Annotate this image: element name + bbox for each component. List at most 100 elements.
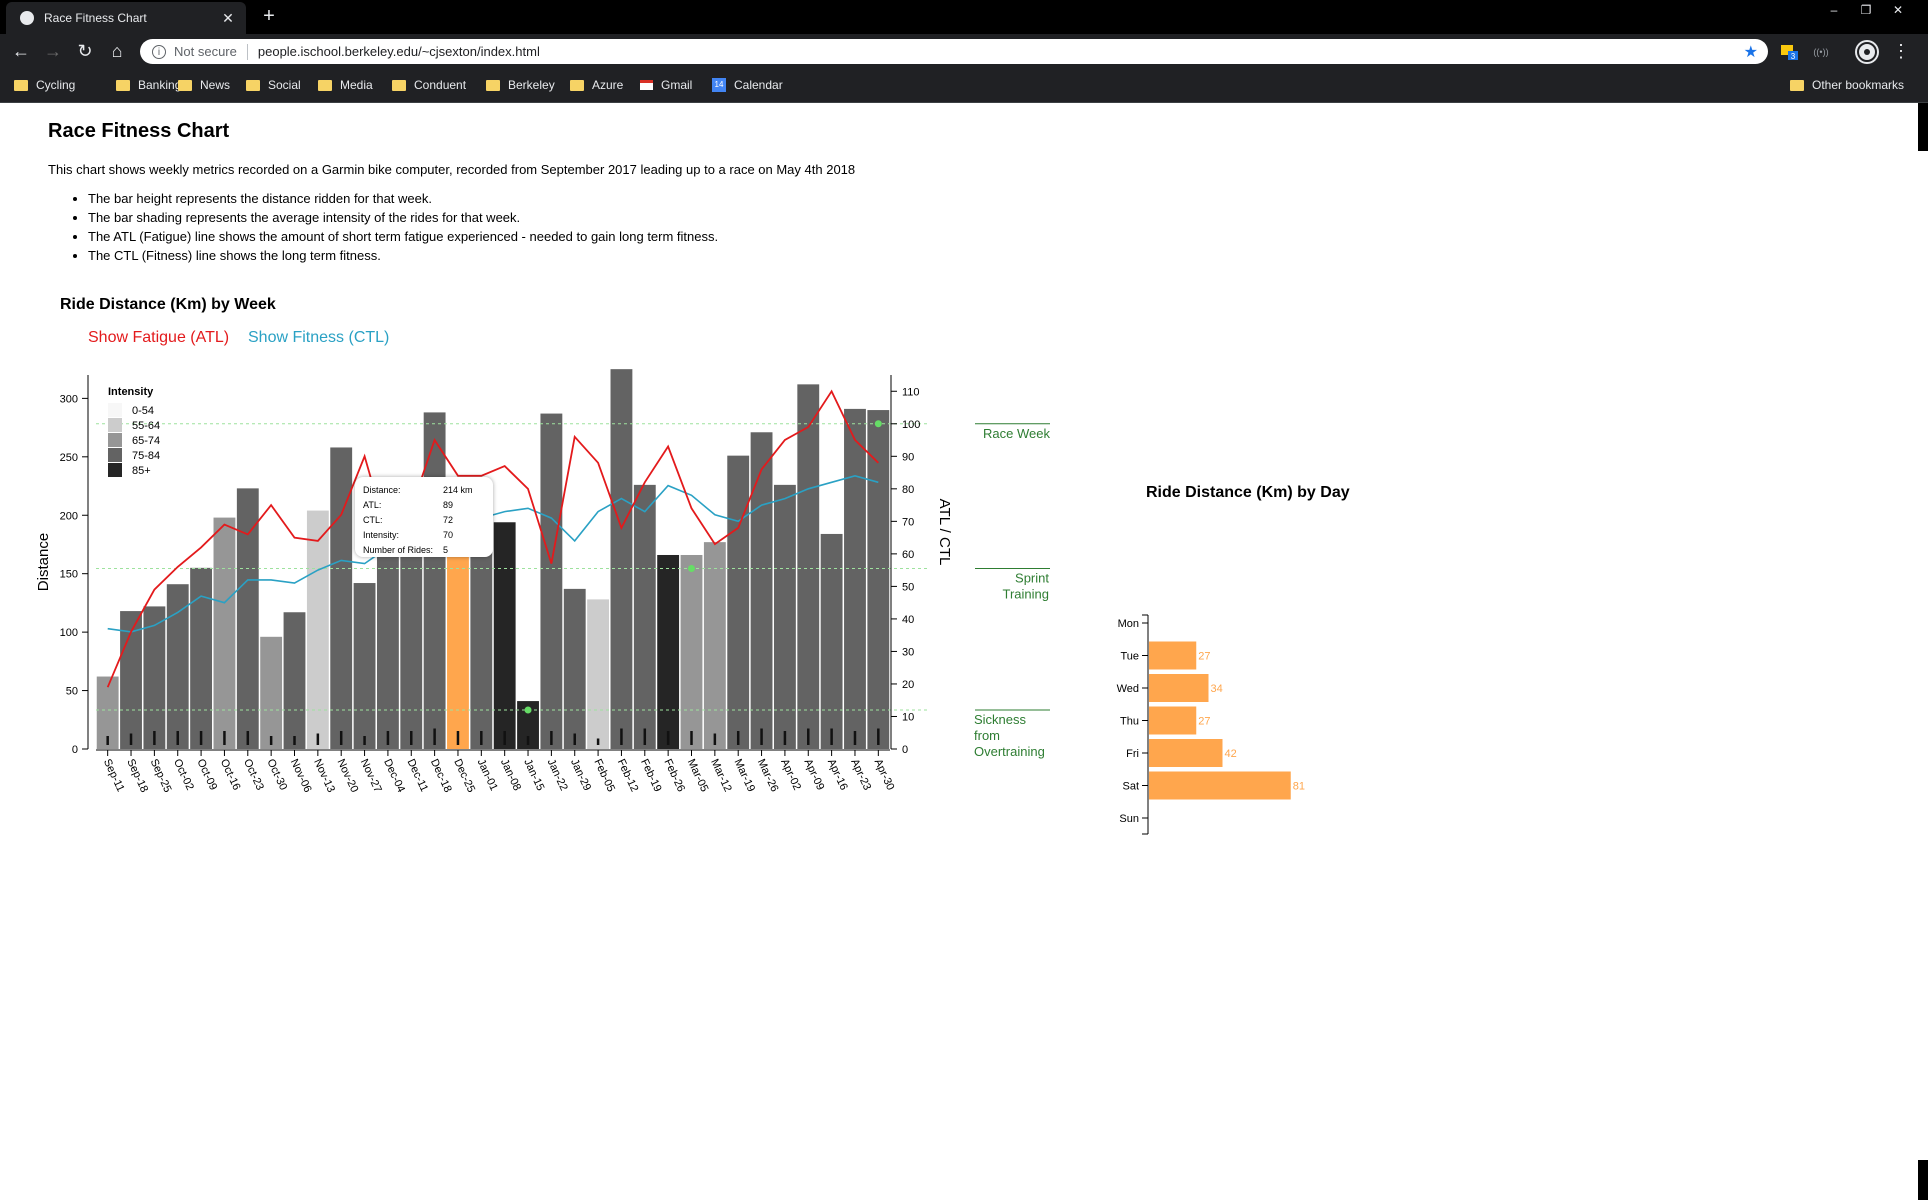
x-tick-label: Mar-19 [731, 757, 757, 794]
show-fatigue-toggle[interactable]: Show Fatigue (ATL) [88, 329, 229, 347]
cast-icon[interactable]: ((•)) [1812, 42, 1830, 60]
x-tick-label: Oct-16 [218, 757, 243, 792]
rides-tick [106, 736, 109, 745]
home-icon[interactable]: ⌂ [106, 40, 128, 62]
bookmark-folder[interactable]: Media [318, 76, 373, 94]
bookmark-folder[interactable]: Cycling [14, 76, 75, 94]
folder-icon [392, 79, 406, 91]
info-icon[interactable]: i [152, 44, 166, 59]
annotation-marker [874, 420, 882, 428]
y-tick-label: 0 [72, 744, 78, 756]
annotation-label: Overtraining [974, 744, 1045, 759]
bar-Feb-26 [657, 554, 680, 749]
bookmark-folder[interactable]: Berkeley [486, 76, 555, 94]
svg-text:((•)): ((•)) [1813, 47, 1828, 57]
address-bar[interactable]: i Not secure people.ischool.berkeley.edu… [140, 39, 1768, 64]
folder-icon [178, 79, 192, 91]
legend-label: 0-54 [132, 405, 154, 417]
bar-Oct-02 [166, 584, 189, 749]
page-scrollbar[interactable] [1918, 103, 1928, 1200]
forward-arrow-icon[interactable]: → [42, 40, 64, 62]
y2-tick-label: 80 [902, 484, 914, 496]
rides-tick [386, 731, 390, 745]
x-tick-label: Dec-25 [451, 757, 477, 794]
x-tick-label: Dec-18 [428, 757, 454, 794]
bookmark-folder[interactable]: Social [246, 76, 301, 94]
day-bar-Fri [1149, 739, 1223, 767]
x-tick-label: Nov-20 [334, 757, 360, 794]
show-fitness-toggle[interactable]: Show Fitness (CTL) [248, 329, 389, 347]
new-tab-button[interactable]: + [258, 6, 280, 28]
list-item: The ATL (Fatigue) line shows the amount … [88, 227, 718, 246]
tooltip-label: ATL: [363, 500, 382, 510]
bar-Oct-09 [190, 567, 213, 749]
bookmark-star-icon[interactable]: ★ [1744, 42, 1758, 62]
minimize-icon[interactable]: – [1820, 2, 1848, 18]
reload-icon[interactable]: ↻ [74, 40, 96, 62]
window-close-icon[interactable]: ✕ [1884, 2, 1912, 18]
bar-Feb-12 [610, 369, 633, 749]
x-tick-label: Apr-23 [848, 757, 873, 792]
omnibox-divider [246, 43, 248, 60]
rides-tick [760, 728, 763, 745]
bar-Jan-22 [540, 413, 563, 749]
y-tick-label: 150 [60, 569, 78, 581]
rides-tick [853, 731, 857, 745]
rides-tick [526, 736, 530, 745]
y2-axis-label: ATL / CTL [936, 499, 953, 566]
rides-tick [339, 731, 343, 745]
menu-kebab-icon[interactable]: ⋮ [1890, 40, 1912, 62]
legend-swatch [108, 403, 122, 417]
rides-tick [503, 731, 506, 745]
day-bar-Tue [1149, 641, 1197, 670]
description-list: The bar height represents the distance r… [48, 189, 718, 265]
bookmark-folder[interactable]: Azure [570, 76, 623, 94]
back-arrow-icon[interactable]: ← [10, 40, 32, 62]
x-tick-label: Dec-11 [405, 757, 431, 793]
browser-tab[interactable]: Race Fitness Chart ✕ [6, 2, 246, 34]
extension-icon[interactable]: 3 [1780, 42, 1798, 61]
profile-avatar[interactable] [1854, 39, 1880, 65]
restore-icon[interactable]: ❐ [1852, 2, 1880, 18]
bar-Apr-30 [867, 410, 890, 749]
folder-icon [246, 79, 260, 91]
browser-tab-strip: Race Fitness Chart ✕ + – ❐ ✕ [0, 0, 1928, 34]
bar-tooltip: Distance: 214 km ATL: 89 CTL: 72 Intensi… [355, 477, 493, 557]
tooltip-value: 70 [443, 530, 454, 540]
y-tick-label: 50 [66, 686, 78, 698]
bookmark-calendar[interactable]: 14 Calendar [712, 76, 783, 94]
tooltip-label: Intensity: [363, 530, 400, 540]
rides-tick [783, 731, 787, 745]
gmail-icon [640, 80, 653, 90]
close-icon[interactable]: ✕ [220, 10, 236, 26]
daily-chart: Mon Tue 27 Wed 34 Thu 27 Fri 42 Sat 81 Sun [1117, 614, 1305, 835]
rides-tick [666, 731, 670, 745]
day-value-label: 27 [1198, 651, 1210, 663]
bookmark-folder[interactable]: News [178, 76, 230, 94]
x-tick-label: Feb-12 [615, 757, 641, 794]
folder-icon [486, 79, 500, 91]
other-bookmarks[interactable]: Other bookmarks [1790, 76, 1904, 94]
bookmark-gmail[interactable]: Gmail [640, 76, 692, 94]
scrollbar-thumb[interactable] [1918, 103, 1928, 151]
tooltip-value: 214 km [443, 485, 473, 495]
bar-Apr-23 [844, 408, 866, 749]
bar-Nov-20 [330, 447, 353, 749]
y2-tick-label: 50 [902, 581, 914, 593]
bookmark-folder[interactable]: Banking [116, 76, 181, 94]
bar-Mar-19 [727, 455, 750, 749]
x-tick-label: Jan-08 [498, 757, 523, 793]
rides-tick [713, 733, 717, 745]
x-tick-label: Dec-04 [381, 757, 407, 794]
bar-Oct-30 [260, 636, 283, 749]
rides-tick [316, 733, 320, 745]
rides-tick [456, 731, 460, 745]
tooltip-label: CTL: [363, 515, 383, 525]
x-tick-label: Feb-26 [661, 757, 687, 794]
rides-tick [176, 731, 179, 745]
bookmark-folder[interactable]: Conduent [392, 76, 466, 94]
bar-Mar-12 [703, 542, 726, 749]
y-tick-label: 250 [60, 452, 78, 464]
day-label: Mon [1118, 618, 1139, 630]
url-text[interactable]: people.ischool.berkeley.edu/~cjsexton/in… [258, 44, 540, 59]
